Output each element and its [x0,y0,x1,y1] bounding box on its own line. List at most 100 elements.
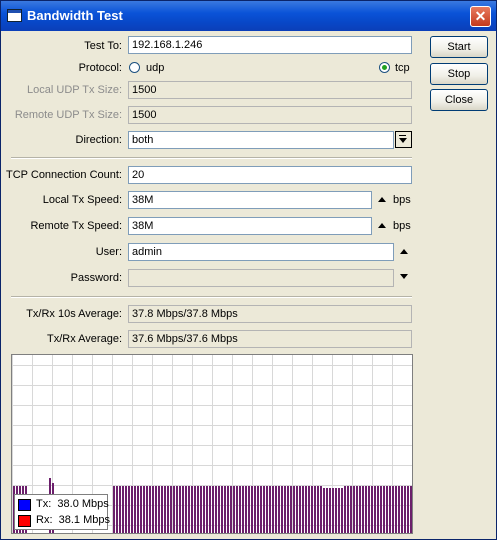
remote-udp-tx-size-field: 1500 [128,106,412,124]
tcp-connection-count-label: TCP Connection Count: [6,169,122,181]
remote-tx-speed-unit: bps [393,220,411,232]
traffic-bar [257,486,259,533]
remote-tx-speed-collapse-icon[interactable] [378,223,386,228]
traffic-bar [398,486,400,533]
traffic-bar [401,486,403,533]
traffic-bar [254,486,256,533]
traffic-bar [143,486,145,533]
tcp-connection-count-input[interactable]: 20 [128,166,412,184]
traffic-bar [245,486,247,533]
graph-legend: Tx: 38.0 Mbps Rx: 38.1 Mbps [14,494,110,530]
traffic-bar [296,486,298,533]
legend-tx-value: 38.0 Mbps [57,498,109,510]
udp-radio-label: udp [146,62,165,74]
traffic-bar [221,486,223,533]
traffic-bar [233,486,235,533]
traffic-bar [188,486,190,533]
tx-rx-10s-average-label: Tx/Rx 10s Average: [26,308,122,320]
start-button[interactable]: Start [430,36,488,58]
traffic-bar [185,486,187,533]
traffic-bar [383,486,385,533]
traffic-bar [131,486,133,533]
traffic-bar [347,486,349,533]
remote-tx-speed-input[interactable]: 38M [128,217,372,235]
traffic-bar [170,486,172,533]
local-udp-tx-size-label: Local UDP Tx Size: [27,84,122,96]
traffic-bar [389,486,391,533]
title-bar[interactable]: Bandwidth Test ✕ [1,1,496,31]
traffic-bar [134,486,136,533]
traffic-bar [227,486,229,533]
traffic-bar [119,486,121,533]
traffic-bar [362,486,364,533]
traffic-bar [206,486,208,533]
legend-rx-name: Rx: [36,514,53,526]
traffic-bar [149,486,151,533]
traffic-bar [152,486,154,533]
traffic-bar [122,486,124,533]
traffic-bar [182,486,184,533]
traffic-bar [230,486,232,533]
close-button[interactable]: Close [430,89,488,111]
local-tx-speed-collapse-icon[interactable] [378,197,386,202]
traffic-bar [155,486,157,533]
traffic-bar [290,486,292,533]
test-to-input[interactable]: 192.168.1.246 [128,36,412,54]
traffic-bar [224,486,226,533]
local-tx-speed-unit: bps [393,194,411,206]
traffic-bar [128,486,130,533]
traffic-bar [380,486,382,533]
traffic-bar [368,486,370,533]
traffic-bar [344,486,346,533]
traffic-bar [137,486,139,533]
user-label: User: [95,246,122,258]
direction-dropdown-icon[interactable] [395,131,412,148]
local-tx-speed-input[interactable]: 38M [128,191,372,209]
traffic-bar [209,486,211,533]
traffic-bar [404,486,406,533]
traffic-bar [278,486,280,533]
traffic-bar [212,486,214,533]
traffic-bar [359,486,361,533]
traffic-bar [263,486,265,533]
traffic-bar [320,486,322,533]
traffic-bar [194,486,196,533]
udp-radio[interactable] [129,62,140,73]
stop-button[interactable]: Stop [430,63,488,85]
traffic-bar [341,488,343,533]
traffic-bar [293,486,295,533]
tcp-radio[interactable] [379,62,390,73]
traffic-bar [179,486,181,533]
legend-tx-name: Tx: [36,498,52,510]
password-input[interactable] [128,269,394,287]
separator [11,296,412,298]
close-window-button[interactable]: ✕ [470,6,491,27]
test-to-label: Test To: [84,40,122,52]
traffic-bar [374,486,376,533]
traffic-bar [332,488,334,533]
tx-rx-average-value: 37.6 Mbps/37.6 Mbps [128,330,412,348]
traffic-bar [287,486,289,533]
password-expand-icon[interactable] [400,274,408,279]
traffic-bar [167,486,169,533]
traffic-bar [236,486,238,533]
local-tx-speed-label: Local Tx Speed: [42,194,122,206]
traffic-bar [299,486,301,533]
user-collapse-icon[interactable] [400,249,408,254]
traffic-bar [251,486,253,533]
user-input[interactable]: admin [128,243,394,261]
traffic-bar [284,486,286,533]
legend-tx-swatch [18,499,31,511]
direction-select[interactable]: both [128,131,394,149]
traffic-bar [410,486,412,533]
direction-label: Direction: [75,134,122,146]
traffic-bar [395,486,397,533]
traffic-bar [407,486,409,533]
window-title: Bandwidth Test [27,8,123,23]
traffic-bar [239,486,241,533]
traffic-bar [176,486,178,533]
traffic-bar [116,486,118,533]
traffic-bar [329,488,331,533]
traffic-bar [356,486,358,533]
separator [11,157,412,159]
